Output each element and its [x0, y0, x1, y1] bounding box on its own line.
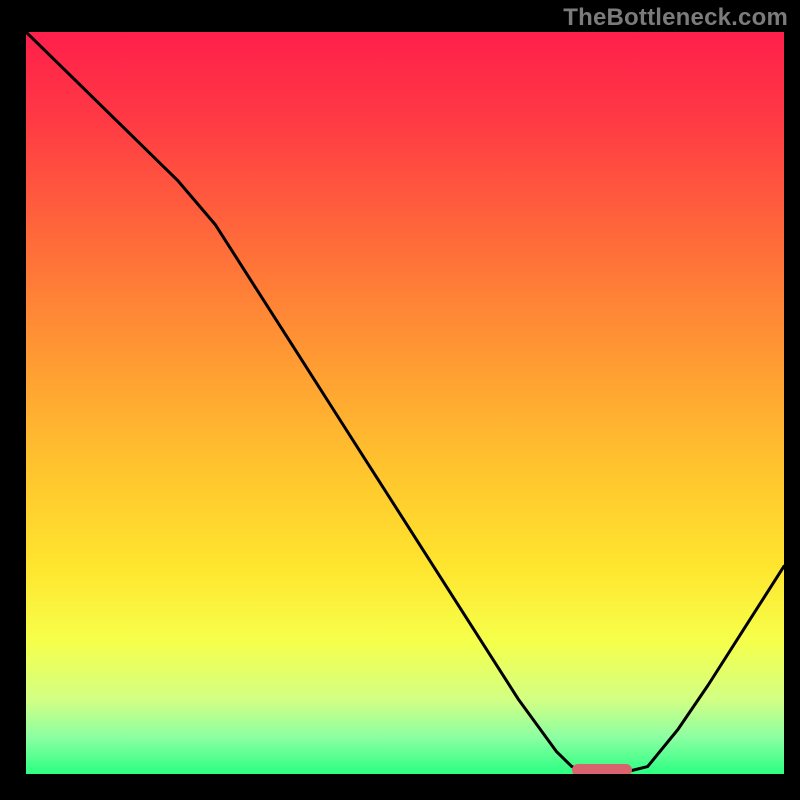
- watermark-text: TheBottleneck.com: [563, 4, 788, 32]
- bottleneck-curve: [26, 32, 784, 774]
- plot-area: [26, 32, 784, 774]
- optimal-range-marker: [572, 764, 633, 774]
- chart-stage: TheBottleneck.com: [0, 0, 800, 800]
- plot-frame: [16, 32, 784, 784]
